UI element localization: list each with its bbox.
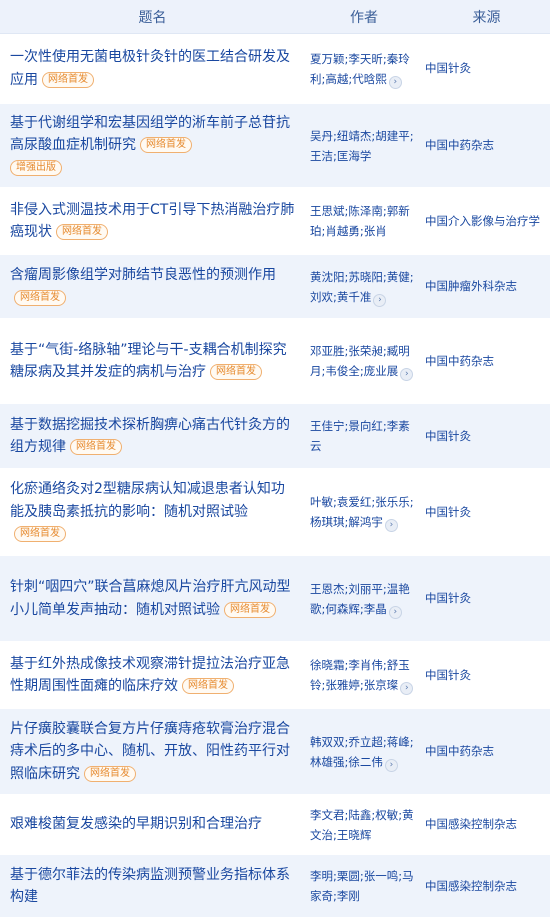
online-first-badge[interactable]: 网络首发: [42, 71, 94, 88]
author-cell: 王恩杰;刘丽平;温艳歌;何森辉;李晶 ›: [297, 579, 415, 619]
author-cell: 夏万颖;李天昕;秦玲利;高越;代晗熙 ›: [297, 49, 415, 89]
title-cell: 化瘀通络灸对2型糖尿病认知减退患者认知功能及胰岛素抵抗的影响：随机对照试验网络首…: [0, 478, 297, 546]
more-authors-icon[interactable]: ›: [388, 605, 402, 619]
more-authors-icon[interactable]: ›: [400, 682, 414, 695]
article-title-link[interactable]: 化瘀通络灸对2型糖尿病认知减退患者认知功能及胰岛素抵抗的影响：随机对照试验: [10, 481, 285, 520]
source-journal-link[interactable]: 中国针灸: [415, 503, 550, 522]
source-journal-link[interactable]: 中国感染控制杂志: [415, 877, 550, 896]
author-cell: 邓亚胜;张荣昶;臧明月;韦俊全;庞业展 ›: [297, 341, 415, 381]
author-list[interactable]: 徐晓霜;李肖伟;舒玉铃;张雅婷;张京璨: [310, 658, 410, 692]
author-list[interactable]: 黄沈阳;苏晓阳;黄健;刘欢;黄千准: [310, 270, 414, 304]
source-journal-link[interactable]: 中国针灸: [415, 59, 550, 78]
results-table: 题名 作者 来源 一次性使用无菌电极针灸针的医工结合研发及应用 网络首发 夏万颖;李…: [0, 0, 550, 918]
online-first-badge[interactable]: 网络首发: [14, 526, 66, 543]
table-row: 艰难梭菌复发感染的早期识别和合理治疗 李文君;陆鑫;权敏;黄文治;王晓辉 中国感染控…: [0, 795, 550, 855]
table-row: 一次性使用无菌电极针灸针的医工结合研发及应用 网络首发 夏万颖;李天昕;秦玲利;高越…: [0, 34, 550, 104]
table-row: 基于代谢组学和宏基因组学的淅车前子总苷抗高尿酸血症机制研究 网络首发 增强出版 吴丹;…: [0, 104, 550, 188]
table-row: 片仔癀胶囊联合复方片仔癀痔疮软膏治疗混合痔术后的多中心、随机、开放、阳性药平行对…: [0, 709, 550, 795]
online-first-badge[interactable]: 网络首发: [182, 678, 234, 694]
author-cell: 吴丹;纽靖杰;胡建平;王洁;匡海学: [297, 126, 415, 166]
title-cell: 含瘤周影像组学对肺结节良恶性的预测作用网络首发: [0, 264, 297, 309]
table-header: 题名 作者 来源: [0, 0, 550, 34]
author-cell: 叶敏;袁爱红;张乐乐;杨琪琪;解鸿宇 ›: [297, 492, 415, 532]
more-authors-icon[interactable]: ›: [373, 293, 387, 307]
author-cell: 黄沈阳;苏晓阳;黄健;刘欢;黄千准 ›: [297, 267, 415, 307]
table-row: 针刺“咽四穴”联合菖麻熄风片治疗肝亢风动型小儿简单发声抽动：随机对照试验 网络首发…: [0, 556, 550, 642]
author-list[interactable]: 李明;栗圆;张一鸣;马家奇;李刚: [310, 869, 414, 903]
article-title-link[interactable]: 艰难梭菌复发感染的早期识别和合理治疗: [10, 816, 262, 832]
author-cell: 王思斌;陈泽南;郭新珀;肖越勇;张肖: [297, 201, 415, 241]
title-cell: 基于代谢组学和宏基因组学的淅车前子总苷抗高尿酸血症机制研究 网络首发 增强出版: [0, 112, 297, 180]
title-cell: 基于“气街-络脉轴”理论与干-支耦合机制探究糖尿病及其并发症的病机与治疗 网络首发: [0, 339, 297, 384]
author-list[interactable]: 吴丹;纽靖杰;胡建平;王洁;匡海学: [310, 129, 414, 163]
author-list[interactable]: 王佳宁;景向红;李素云: [310, 419, 410, 453]
table-row: 基于“气街-络脉轴”理论与干-支耦合机制探究糖尿病及其并发症的病机与治疗 网络首发…: [0, 319, 550, 404]
article-title-link[interactable]: 非侵入式测温技术用于CT引导下热消融治疗肺癌现状: [10, 202, 294, 241]
title-cell: 基于数据挖掘技术探析胸痹心痛古代针灸方的组方规律 网络首发: [0, 414, 297, 459]
title-cell: 艰难梭菌复发感染的早期识别和合理治疗: [0, 813, 297, 836]
source-journal-link[interactable]: 中国针灸: [415, 427, 550, 446]
title-cell: 针刺“咽四穴”联合菖麻熄风片治疗肝亢风动型小儿简单发声抽动：随机对照试验 网络首发: [0, 576, 297, 621]
article-title-link[interactable]: 含瘤周影像组学对肺结节良恶性的预测作用: [10, 267, 276, 283]
title-cell: 基于红外热成像技术观察滞针提拉法治疗亚急性期周围性面瘫的临床疗效 网络首发: [0, 653, 297, 698]
online-first-badge[interactable]: 网络首发: [210, 364, 262, 380]
article-title-link[interactable]: 基于数据挖掘技术探析胸痹心痛古代针灸方的组方规律: [10, 417, 290, 456]
source-journal-link[interactable]: 中国感染控制杂志: [415, 815, 550, 834]
online-first-badge[interactable]: 网络首发: [14, 289, 66, 306]
online-first-badge[interactable]: 网络首发: [56, 224, 108, 240]
table-row: 基于德尔菲法的传染病监测预警业务指标体系构建 李明;栗圆;张一鸣;马家奇;李刚 中国…: [0, 855, 550, 918]
table-row: 基于红外热成像技术观察滞针提拉法治疗亚急性期周围性面瘫的临床疗效 网络首发 徐晓霜;…: [0, 642, 550, 709]
online-first-badge[interactable]: 网络首发: [70, 439, 122, 455]
author-list[interactable]: 邓亚胜;张荣昶;臧明月;韦俊全;庞业展: [310, 344, 410, 378]
source-journal-link[interactable]: 中国中药杂志: [415, 742, 550, 761]
online-first-badge[interactable]: 网络首发: [84, 765, 136, 782]
author-cell: 李文君;陆鑫;权敏;黄文治;王晓辉: [297, 805, 415, 845]
author-cell: 韩双双;乔立超;蒋峰;林雄强;徐二伟 ›: [297, 732, 415, 772]
author-list[interactable]: 王思斌;陈泽南;郭新珀;肖越勇;张肖: [310, 204, 410, 238]
source-journal-link[interactable]: 中国针灸: [415, 589, 550, 608]
table-row: 含瘤周影像组学对肺结节良恶性的预测作用网络首发 黄沈阳;苏晓阳;黄健;刘欢;黄千准…: [0, 255, 550, 319]
online-first-badge[interactable]: 网络首发: [224, 601, 276, 618]
title-cell: 一次性使用无菌电极针灸针的医工结合研发及应用 网络首发: [0, 46, 297, 91]
column-header-source[interactable]: 来源: [423, 7, 550, 27]
title-cell: 片仔癀胶囊联合复方片仔癀痔疮软膏治疗混合痔术后的多中心、随机、开放、阳性药平行对…: [0, 718, 297, 786]
source-journal-link[interactable]: 中国中药杂志: [415, 136, 550, 155]
more-authors-icon[interactable]: ›: [400, 368, 414, 381]
enhanced-publication-badge[interactable]: 增强出版: [10, 159, 62, 176]
more-authors-icon[interactable]: ›: [384, 519, 398, 532]
table-body: 一次性使用无菌电极针灸针的医工结合研发及应用 网络首发 夏万颖;李天昕;秦玲利;高越…: [0, 34, 550, 918]
table-row: 基于数据挖掘技术探析胸痹心痛古代针灸方的组方规律 网络首发 王佳宁;景向红;李素云中…: [0, 404, 550, 469]
source-journal-link[interactable]: 中国中药杂志: [415, 352, 550, 371]
author-cell: 徐晓霜;李肖伟;舒玉铃;张雅婷;张京璨 ›: [297, 655, 415, 695]
source-journal-link[interactable]: 中国针灸: [415, 666, 550, 685]
online-first-badge[interactable]: 网络首发: [140, 137, 192, 154]
table-row: 化瘀通络灸对2型糖尿病认知减退患者认知功能及胰岛素抵抗的影响：随机对照试验网络首…: [0, 469, 550, 556]
table-row: 非侵入式测温技术用于CT引导下热消融治疗肺癌现状 网络首发 王思斌;陈泽南;郭新珀;…: [0, 188, 550, 255]
author-list[interactable]: 叶敏;袁爱红;张乐乐;杨琪琪;解鸿宇: [310, 495, 414, 529]
more-authors-icon[interactable]: ›: [388, 75, 402, 89]
more-authors-icon[interactable]: ›: [384, 758, 398, 772]
author-cell: 王佳宁;景向红;李素云: [297, 416, 415, 456]
article-title-link[interactable]: 基于德尔菲法的传染病监测预警业务指标体系构建: [10, 867, 290, 906]
source-journal-link[interactable]: 中国肿瘤外科杂志: [415, 277, 550, 296]
column-header-author[interactable]: 作者: [305, 7, 423, 27]
source-journal-link[interactable]: 中国介入影像与治疗学: [415, 212, 550, 231]
title-cell: 基于德尔菲法的传染病监测预警业务指标体系构建: [0, 864, 297, 909]
author-cell: 李明;栗圆;张一鸣;马家奇;李刚: [297, 866, 415, 906]
column-header-title[interactable]: 题名: [0, 7, 305, 27]
author-list[interactable]: 韩双双;乔立超;蒋峰;林雄强;徐二伟: [310, 735, 414, 769]
article-title-link[interactable]: 片仔癀胶囊联合复方片仔癀痔疮软膏治疗混合痔术后的多中心、随机、开放、阳性药平行对…: [10, 721, 290, 782]
author-list[interactable]: 李文君;陆鑫;权敏;黄文治;王晓辉: [310, 808, 414, 842]
title-cell: 非侵入式测温技术用于CT引导下热消融治疗肺癌现状 网络首发: [0, 199, 297, 244]
article-title-link[interactable]: 基于红外热成像技术观察滞针提拉法治疗亚急性期周围性面瘫的临床疗效: [10, 656, 290, 695]
